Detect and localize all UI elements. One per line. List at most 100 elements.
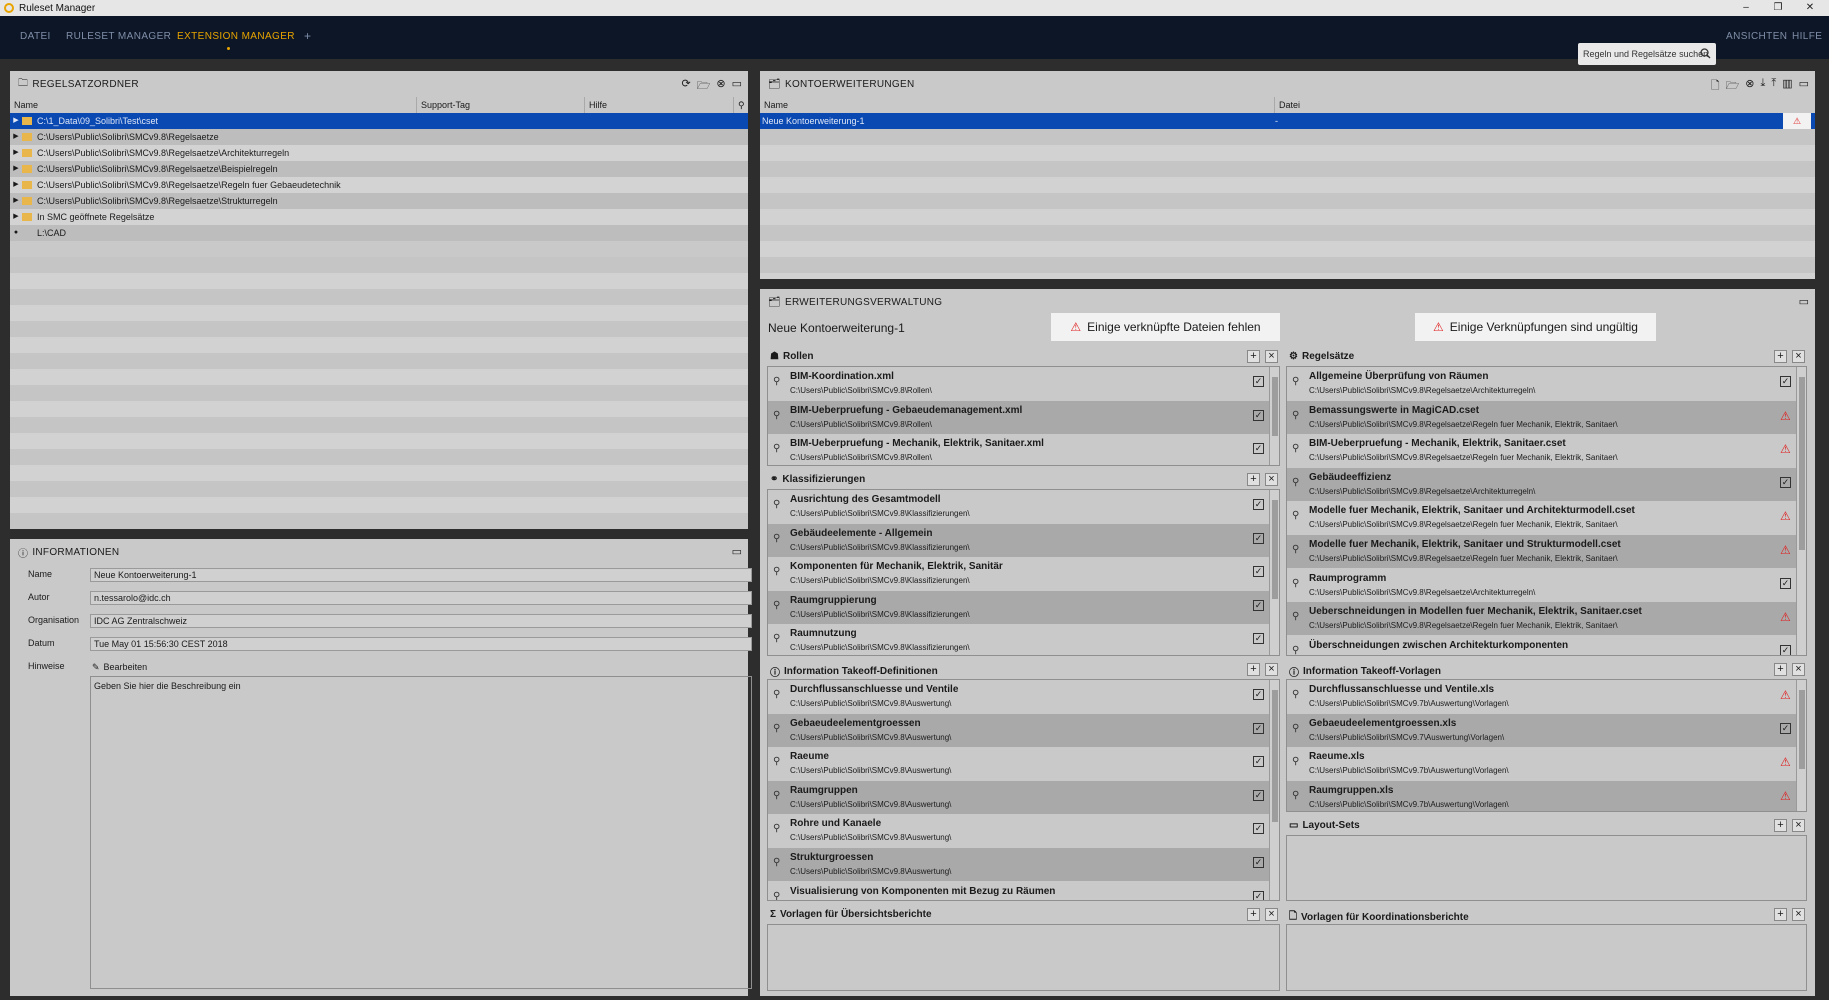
list-item[interactable]: ⚲ Durchflussanschluesse und Ventile C:\Use…	[768, 680, 1279, 713]
checkbox[interactable]: ✓	[1253, 409, 1264, 421]
list-item[interactable]: ⚲ Gebäudeelemente - Allgemein C:\Users\Pub…	[768, 523, 1279, 557]
remove-button[interactable]: ×	[1265, 473, 1278, 486]
scrollbar-thumb[interactable]	[1272, 690, 1278, 822]
import-icon[interactable]: ⤓	[1760, 77, 1765, 96]
checkbox[interactable]: ✓	[1253, 499, 1264, 510]
checkbox[interactable]: ✓	[1253, 376, 1264, 387]
export-icon[interactable]: ⤒	[1771, 77, 1776, 96]
list-item[interactable]: ⚲ Raumgruppen C:\Users\Public\Solibri\SMCv…	[768, 780, 1279, 814]
checkbox[interactable]: ✓	[1253, 722, 1264, 734]
list-item[interactable]: ⚲ Gebaeudeelementgroessen.xls C:\Users\Pub…	[1287, 713, 1806, 747]
menu-datei[interactable]: DATEI	[20, 31, 51, 42]
list-item[interactable]: ⚲ Strukturgroessen C:\Users\Public\Solibri…	[768, 848, 1279, 881]
list-item[interactable]: ⚲ Rohre und Kanaele C:\Users\Public\Solibr…	[768, 814, 1279, 847]
table-row[interactable]: ▶ C:\Users\Public\Solibri\SMCv9.8\Regelsa…	[10, 177, 748, 193]
checkbox[interactable]: ✓	[1780, 722, 1791, 734]
remove-button[interactable]: ×	[1792, 908, 1805, 921]
scrollbar[interactable]	[1269, 490, 1279, 655]
list-item[interactable]: ⚲ Raeume.xls C:\Users\Public\Solibri\SMCv9…	[1287, 747, 1806, 780]
list-item[interactable]: ⚲ Ausrichtung des Gesamtmodell C:\Users\Pu…	[768, 490, 1279, 523]
remove-button[interactable]: ×	[1265, 908, 1278, 921]
list-item[interactable]: ⚲ Modelle fuer Mechanik, Elektrik, Sanita…	[1287, 535, 1806, 568]
add-button[interactable]: +	[1247, 350, 1260, 363]
add-button[interactable]: +	[1774, 819, 1787, 832]
scrollbar-thumb[interactable]	[1272, 500, 1278, 599]
maximize-icon[interactable]: ▭	[1799, 77, 1809, 96]
expand-icon[interactable]: ▶	[10, 113, 22, 129]
maximize-icon[interactable]: ▭	[732, 77, 742, 96]
list-item[interactable]: ⚲ Komponenten für Mechanik, Elektrik, San…	[768, 557, 1279, 590]
list-item[interactable]: ⚲ Überschneidungen zwischen Architekturko…	[1287, 636, 1806, 655]
checkbox[interactable]: ✓	[1253, 689, 1264, 700]
open-folder-icon[interactable]: 🗁	[697, 77, 711, 96]
checkbox[interactable]: ✓	[1253, 566, 1264, 578]
add-button[interactable]: +	[1247, 663, 1260, 676]
checkbox[interactable]: ✓	[1253, 789, 1264, 801]
organisation-field[interactable]: IDC AG Zentralschweiz	[90, 614, 752, 628]
column-hilfe[interactable]: Hilfe	[585, 97, 734, 113]
checkbox[interactable]: ✓	[1253, 599, 1264, 611]
list-item[interactable]: ⚲ Bemassungswerte in MagiCAD.cset C:\Users…	[1287, 400, 1806, 434]
list-item[interactable]: ⚲ Raumprogramm C:\Users\Public\Solibri\SMC…	[1287, 569, 1806, 602]
add-button[interactable]: +	[1247, 473, 1260, 486]
scrollbar[interactable]	[1269, 367, 1279, 465]
bearbeiten-button[interactable]: ✎ Bearbeiten	[92, 662, 147, 673]
column-datei[interactable]: Datei	[1275, 97, 1815, 113]
scrollbar-thumb[interactable]	[1799, 690, 1805, 769]
expand-icon[interactable]: ▶	[10, 209, 22, 225]
remove-button[interactable]: ×	[1265, 350, 1278, 363]
library-icon[interactable]: ▥	[1782, 77, 1792, 96]
checkbox[interactable]: ✓	[1780, 476, 1791, 488]
checkbox[interactable]: ✓	[1253, 443, 1264, 455]
refresh-icon[interactable]: ⟳	[682, 77, 691, 96]
remove-icon[interactable]: ⊗	[1745, 77, 1754, 96]
column-name[interactable]: Name	[760, 97, 1275, 113]
table-row[interactable]: ▶ In SMC geöffnete Regelsätze	[10, 209, 748, 225]
maximize-icon[interactable]: ▭	[732, 545, 742, 558]
expand-icon[interactable]: ▶	[10, 129, 22, 145]
checkbox[interactable]: ✓	[1780, 376, 1791, 387]
expand-icon[interactable]: ▶	[10, 145, 22, 161]
checkbox[interactable]: ✓	[1253, 633, 1264, 645]
list-item[interactable]: ⚲ Gebäudeeffizienz C:\Users\Public\Solibri…	[1287, 467, 1806, 501]
maximize-icon[interactable]: ▭	[1799, 295, 1809, 308]
table-row[interactable]: Neue Kontoerweiterung-1 - ⚠	[760, 113, 1815, 129]
list-item[interactable]: ⚲ Raumgruppierung C:\Users\Public\Solibri\…	[768, 590, 1279, 624]
checkbox[interactable]: ✓	[1253, 857, 1264, 868]
list-item[interactable]: ⚲ BIM-Koordination.xml C:\Users\Public\Sol…	[768, 367, 1279, 400]
remove-button[interactable]: ×	[1792, 663, 1805, 676]
table-row[interactable]: ▶ C:\Users\Public\Solibri\SMCv9.8\Regelsa…	[10, 145, 748, 161]
checkbox[interactable]: ✓	[1253, 823, 1264, 835]
list-item[interactable]: ⚲ Visualisierung von Komponenten mit Bezu…	[768, 882, 1279, 900]
table-row[interactable]: ▶ C:\1_Data\09_Solibri\Test\cset	[10, 113, 748, 129]
search-input[interactable]: Regeln und Regelsätze suchen	[1583, 49, 1708, 59]
table-row[interactable]: ▶ C:\Users\Public\Solibri\SMCv9.8\Regelsa…	[10, 161, 748, 177]
close-button[interactable]: ✕	[1796, 0, 1824, 16]
column-name[interactable]: Name	[10, 97, 417, 113]
menu-hilfe[interactable]: HILFE	[1792, 31, 1822, 42]
add-button[interactable]: +	[1774, 350, 1787, 363]
checkbox[interactable]: ✓	[1253, 532, 1264, 544]
search-icon[interactable]	[1700, 48, 1711, 61]
scrollbar[interactable]	[1269, 680, 1279, 900]
add-tab-button[interactable]: +	[304, 29, 311, 43]
scrollbar[interactable]	[1796, 367, 1806, 655]
menu-extension-manager[interactable]: EXTENSION MANAGER	[177, 31, 295, 42]
list-item[interactable]: ⚲ BIM-Ueberpruefung - Gebaeudemanagement.…	[768, 400, 1279, 434]
expand-icon[interactable]: ▶	[10, 193, 22, 209]
description-textarea[interactable]: Geben Sie hier die Beschreibung ein	[90, 676, 752, 989]
scrollbar-thumb[interactable]	[1799, 377, 1805, 550]
name-field[interactable]: Neue Kontoerweiterung-1	[90, 568, 752, 582]
list-item[interactable]: ⚲ Modelle fuer Mechanik, Elektrik, Sanita…	[1287, 501, 1806, 534]
list-item[interactable]: ⚲ Raeume C:\Users\Public\Solibri\SMCv9.8\A…	[768, 747, 1279, 780]
expand-icon[interactable]: ▶	[10, 177, 22, 193]
autor-field[interactable]: n.tessarolo@idc.ch	[90, 591, 752, 605]
checkbox[interactable]: ✓	[1253, 890, 1264, 900]
list-item[interactable]: ⚲ Durchflussanschluesse und Ventile.xls C:…	[1287, 680, 1806, 713]
list-item[interactable]: ⚲ BIM-Ueberpruefung - Mechanik, Elektrik,…	[1287, 434, 1806, 467]
add-button[interactable]: +	[1247, 908, 1260, 921]
remove-button[interactable]: ×	[1265, 663, 1278, 676]
search-box[interactable]: Regeln und Regelsätze suchen	[1578, 43, 1716, 65]
checkbox[interactable]: ✓	[1253, 756, 1264, 768]
add-button[interactable]: +	[1774, 663, 1787, 676]
